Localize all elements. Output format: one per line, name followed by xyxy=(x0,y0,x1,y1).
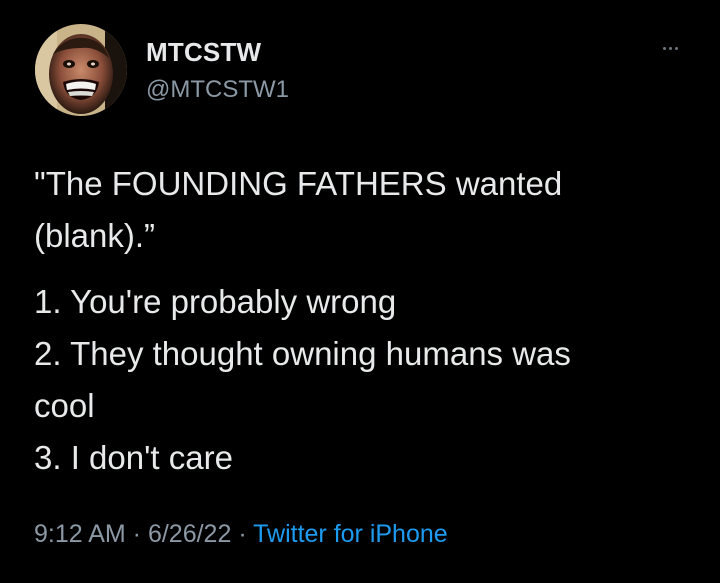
author-handle[interactable]: @MTCSTW1 xyxy=(146,76,289,104)
tweet-text-line: 2. They thought owning humans was xyxy=(34,335,571,372)
more-horizontal-icon xyxy=(662,46,666,50)
tweet-metadata: 9:12 AM · 6/26/22 · Twitter for iPhone xyxy=(34,520,448,549)
tweet-text-line: cool xyxy=(34,387,95,424)
tweet-text-line: 3. I don't care xyxy=(34,439,233,476)
tweet-date[interactable]: 6/26/22 xyxy=(148,520,231,548)
author-display-name[interactable]: MTCSTW xyxy=(146,37,261,68)
meta-separator: · xyxy=(231,520,254,548)
tweet-text-line: "The FOUNDING FATHERS wanted xyxy=(34,165,563,202)
tweet-text-line: (blank).” xyxy=(34,217,156,254)
tweet-source-link[interactable]: Twitter for iPhone xyxy=(253,520,448,548)
tweet-text-line: 1. You're probably wrong xyxy=(34,283,397,320)
avatar-face-image xyxy=(35,24,127,116)
more-options-button[interactable] xyxy=(650,38,690,58)
avatar[interactable] xyxy=(35,24,127,116)
tweet-text: "The FOUNDING FATHERS wanted (blank).” 1… xyxy=(34,158,694,484)
tweet-time[interactable]: 9:12 AM xyxy=(34,520,126,548)
meta-separator: · xyxy=(125,520,148,548)
tweet-card: MTCSTW @MTCSTW1 "The FOUNDING FATHERS wa… xyxy=(0,0,720,583)
